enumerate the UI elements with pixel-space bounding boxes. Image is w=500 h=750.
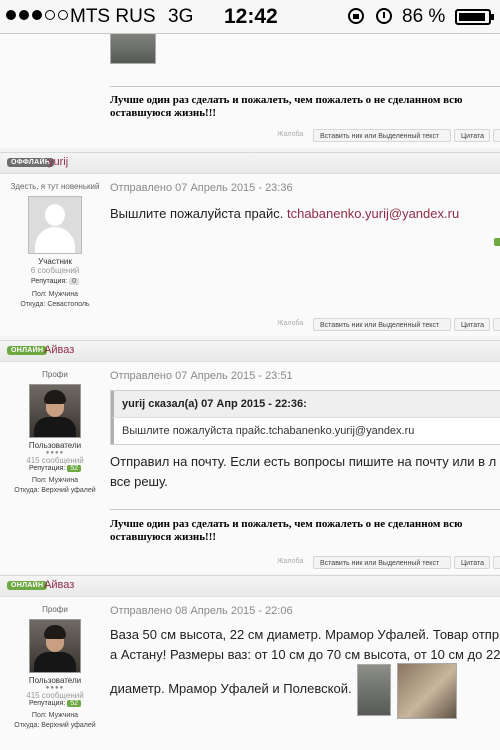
forum-post: Профи Пользователи ●●●● 415 сообщений Ре… xyxy=(0,362,500,574)
author-info: Здесть, я тут новенький Участник 6 сообщ… xyxy=(0,182,110,310)
signature-divider xyxy=(110,509,500,510)
post-header: ОНЛАЙН Айваз xyxy=(0,340,500,362)
attached-image[interactable] xyxy=(357,664,391,716)
member-gender: Пол: Мужчина xyxy=(31,477,79,484)
status-badge: ОНЛАЙН xyxy=(7,581,48,590)
reputation-label: Репутация: xyxy=(30,278,68,285)
post-body: Ваза 50 см высота, 22 см диаметр. Мрамор… xyxy=(110,625,500,665)
member-title: Здесть, я тут новенький xyxy=(10,182,100,191)
quote-block: yurij сказал(а) 07 Апр 2015 - 22:36: Выш… xyxy=(110,390,500,445)
avatar[interactable] xyxy=(28,196,82,254)
username-link[interactable]: yurij xyxy=(48,156,68,168)
rating-marker[interactable] xyxy=(494,238,500,246)
report-link[interactable]: Жалоба xyxy=(277,131,303,138)
reputation: Репутация: 0 xyxy=(0,278,110,285)
avatar[interactable] xyxy=(29,384,81,438)
more-button[interactable] xyxy=(493,556,500,569)
forum-post: Профи Пользователи ●●●● 415 сообщений Ре… xyxy=(0,597,500,750)
post-text-line: Отправил на почту. Если есть вопросы пиш… xyxy=(110,454,497,469)
quote-body: Вышлите пожалуйста прайс.tchabanenko.yur… xyxy=(111,418,500,444)
insert-nick-button[interactable]: Вставить ник или Выделенный текст xyxy=(313,318,451,331)
signature-line: оставшуюся жизнь!!! xyxy=(110,107,217,119)
carrier-name: MTS RUS xyxy=(70,6,156,27)
post-actions: Жалоба Вставить ник или Выделенный текст… xyxy=(0,129,500,143)
status-bar: MTS RUS 3G 12:42 86 % xyxy=(0,0,500,34)
more-button[interactable] xyxy=(493,318,500,331)
battery-icon xyxy=(455,9,491,25)
post-text: Вышлите пожалуйста прайс. xyxy=(110,206,287,221)
reputation-value: 0 xyxy=(69,278,80,285)
signature: Лучше один раз сделать и пожалеть, чем п… xyxy=(110,94,462,120)
member-gender: Пол: Мужчина xyxy=(31,291,79,298)
post-body: Отправил на почту. Если есть вопросы пиш… xyxy=(110,452,496,492)
post-date[interactable]: Отправлено 07 Апрель 2015 - 23:36 xyxy=(110,182,293,194)
member-location: Откуда: Севастополь xyxy=(20,301,90,308)
attached-image[interactable] xyxy=(397,663,457,719)
signature-line: Лучше один раз сделать и пожалеть, чем п… xyxy=(110,518,463,530)
post-text-line: Ваза 50 см высота, 22 см диаметр. Мрамор… xyxy=(110,627,500,642)
reputation-value: 52 xyxy=(67,465,81,472)
reputation: Репутация: 52 xyxy=(0,700,110,707)
avatar[interactable] xyxy=(29,619,81,673)
forum-post: Здесть, я тут новенький Участник 6 сообщ… xyxy=(0,174,500,336)
post-date[interactable]: Отправлено 07 Апрель 2015 - 23:51 xyxy=(110,370,293,382)
member-group: Пользователи xyxy=(28,676,82,685)
rotation-lock-icon xyxy=(348,8,364,24)
post-count: 415 сообщений xyxy=(26,456,84,465)
quote-button[interactable]: Цитата xyxy=(454,556,490,569)
report-link[interactable]: Жалоба xyxy=(277,320,303,327)
reputation-value: 52 xyxy=(67,700,81,707)
username-link[interactable]: Айваз xyxy=(44,579,74,591)
reputation: Репутация: 52 xyxy=(0,465,110,472)
forum-topic: Лучше один раз сделать и пожалеть, чем п… xyxy=(0,34,500,750)
post-text-line: все решу. xyxy=(110,474,168,489)
network-type: 3G xyxy=(168,6,194,27)
member-title: Профи xyxy=(42,370,68,379)
author-info: Профи Пользователи ●●●● 415 сообщений Ре… xyxy=(0,605,110,731)
post-actions: Жалоба Вставить ник или Выделенный текст… xyxy=(0,556,500,570)
post-count: 6 сообщений xyxy=(30,266,80,275)
post-body-continued: диаметр. Мрамор Уфалей и Полевской. xyxy=(110,681,352,696)
post-date[interactable]: Отправлено 08 Апрель 2015 - 22:06 xyxy=(110,605,293,617)
status-badge: ОНЛАЙН xyxy=(7,346,48,355)
alarm-icon xyxy=(376,8,392,24)
post-header: ОФФЛАЙН yurij xyxy=(0,152,500,174)
member-gender: Пол: Мужчина xyxy=(31,712,79,719)
username-link[interactable]: Айваз xyxy=(44,344,74,356)
signature-line: оставшуюся жизнь!!! xyxy=(110,531,217,543)
battery-tip xyxy=(491,14,494,20)
signature-line: Лучше один раз сделать и пожалеть, чем п… xyxy=(110,94,463,106)
member-location: Откуда: Верхний уфалей xyxy=(14,722,96,729)
clock: 12:42 xyxy=(224,5,278,28)
signature: Лучше один раз сделать и пожалеть, чем п… xyxy=(110,518,462,544)
more-button[interactable] xyxy=(493,129,500,142)
insert-nick-button[interactable]: Вставить ник или Выделенный текст xyxy=(313,129,451,142)
post-text-line: а Астану! Размеры ваз: от 10 см до 70 см… xyxy=(110,647,500,662)
author-info: Профи Пользователи ●●●● 415 сообщений Ре… xyxy=(0,370,110,496)
reputation-label: Репутация: xyxy=(29,465,66,472)
signal-strength-icon xyxy=(6,10,68,20)
forum-post: Лучше один раз сделать и пожалеть, чем п… xyxy=(0,34,500,148)
post-body: Вышлите пожалуйста прайс. tchabanenko.yu… xyxy=(110,204,459,224)
member-title: Профи xyxy=(42,605,68,614)
insert-nick-button[interactable]: Вставить ник или Выделенный текст xyxy=(313,556,451,569)
post-header: ОНЛАЙН Айваз xyxy=(0,575,500,597)
email-link[interactable]: tchabanenko.yurij@yandex.ru xyxy=(287,206,459,221)
member-location: Откуда: Верхний уфалей xyxy=(14,487,96,494)
member-group: Участник xyxy=(38,257,72,266)
post-actions: Жалоба Вставить ник или Выделенный текст… xyxy=(0,318,500,332)
reputation-label: Репутация: xyxy=(29,700,66,707)
report-link[interactable]: Жалоба xyxy=(277,558,303,565)
post-count: 415 сообщений xyxy=(26,691,84,700)
quote-button[interactable]: Цитата xyxy=(454,129,490,142)
signature-divider xyxy=(110,86,500,87)
quote-header: yurij сказал(а) 07 Апр 2015 - 22:36: xyxy=(111,391,500,418)
battery-percent: 86 % xyxy=(402,6,446,27)
quote-button[interactable]: Цитата xyxy=(454,318,490,331)
attached-image[interactable] xyxy=(110,34,156,64)
member-group: Пользователи xyxy=(28,441,82,450)
